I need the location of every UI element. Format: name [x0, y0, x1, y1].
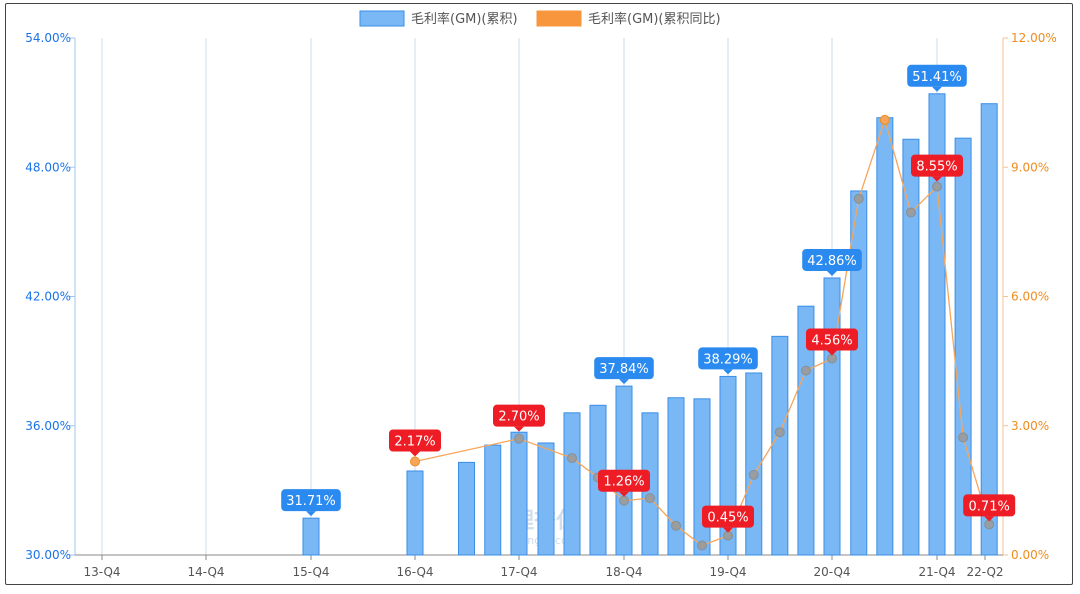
chart-container: 30.00% 36.00% 42.00% 48.00% 54.00% 0.00% 3.00%…	[0, 0, 1080, 590]
chart-frame	[5, 3, 1073, 585]
